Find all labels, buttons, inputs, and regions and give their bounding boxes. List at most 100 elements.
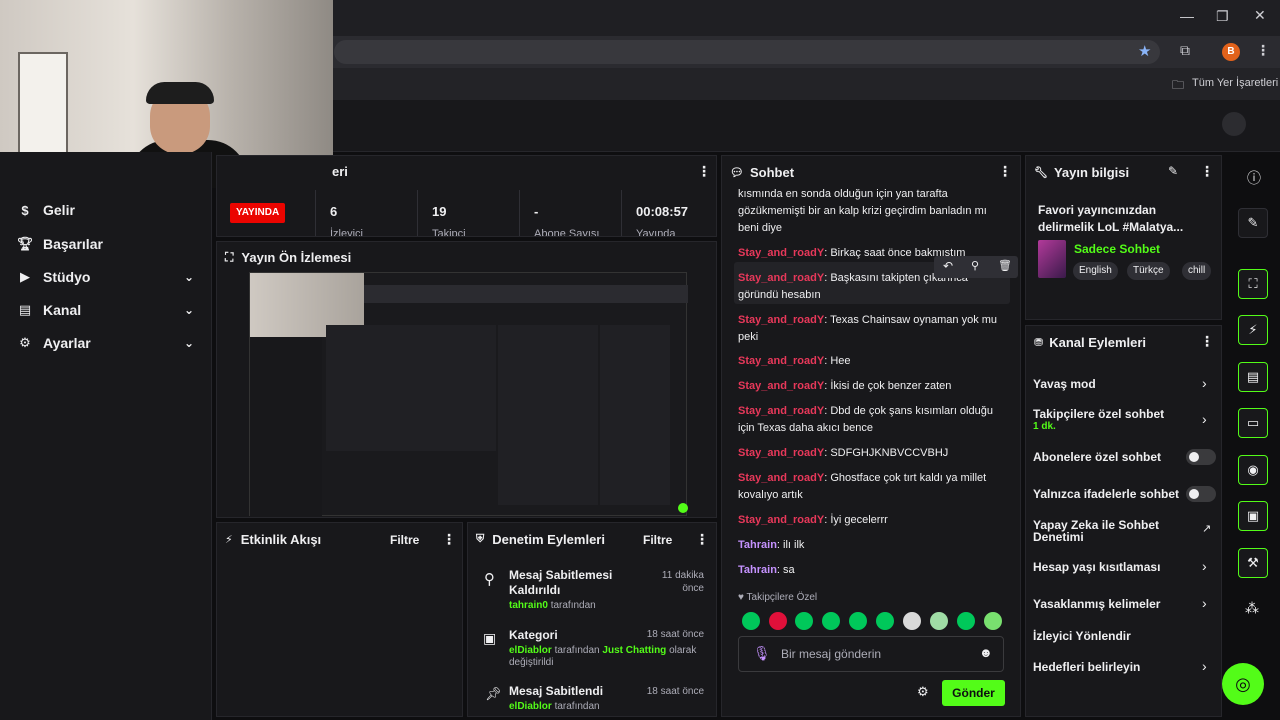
screen-icon[interactable]: ▣ — [1238, 501, 1268, 531]
more-options-icon[interactable]: ⋮ — [695, 531, 709, 548]
channel-icon: ▤ — [18, 302, 32, 317]
reply-icon[interactable]: ↶ — [943, 259, 953, 273]
stream-tag[interactable]: chill — [1182, 262, 1212, 280]
category-thumbnail[interactable] — [1038, 240, 1066, 278]
followers-chat-item[interactable]: Takipçilere özel sohbet — [1033, 407, 1215, 421]
edit-pencil-icon[interactable]: ✎ — [1168, 164, 1178, 178]
star-icon[interactable]: ★ — [1138, 42, 1151, 60]
followers-only-label: ♥ Takipçilere Özel — [738, 592, 818, 603]
chat-message[interactable]: Stay_and_roadY: Ghostface çok tırt kaldı… — [738, 470, 1008, 504]
emote-icon[interactable] — [822, 612, 840, 630]
emote-icon[interactable] — [849, 612, 867, 630]
nav-label: Başarılar — [43, 236, 103, 252]
more-options-icon[interactable]: ⋮ — [697, 163, 711, 180]
chat-message[interactable]: Tahrain: sa — [738, 562, 1008, 579]
bolt-icon[interactable]: ⚡︎ — [1238, 315, 1268, 345]
viewer-redirect-item[interactable]: İzleyici Yönlendir — [1033, 629, 1215, 643]
emote-chat-toggle[interactable] — [1186, 486, 1216, 502]
stream-tag[interactable]: Türkçe — [1127, 262, 1170, 280]
emote-icon[interactable] — [795, 612, 813, 630]
all-bookmarks-link[interactable]: Tüm Yer İşaretleri — [1192, 77, 1278, 89]
chat-message[interactable]: Stay_and_roadY: SDFGHJKNBVCCVBHJ — [738, 445, 1008, 462]
more-options-icon[interactable]: ⋮ — [1200, 333, 1214, 350]
subs-value: - — [534, 204, 539, 219]
stream-tag[interactable]: English — [1073, 262, 1118, 280]
clip-icon[interactable]: ⛶ — [1238, 269, 1268, 299]
bolt-icon: ⚡︎ — [225, 534, 233, 546]
maximize-icon[interactable]: ❐ — [1216, 8, 1229, 25]
mod-item-time: 18 saat önce — [646, 629, 704, 640]
nav-item-gelir[interactable]: $ Gelir — [16, 196, 202, 224]
chat-input[interactable]: 🎙︎ Bir mesaj gönderin ☻ — [738, 636, 1004, 672]
category-name[interactable]: Sadece Sohbet — [1074, 242, 1160, 256]
emote-icon[interactable] — [930, 612, 948, 630]
slow-mode-item[interactable]: Yavaş mod — [1033, 377, 1215, 391]
emoji-icon[interactable]: ☻ — [979, 645, 993, 660]
moderation-filter-button[interactable]: Filtre — [643, 533, 672, 547]
moderation-title: Denetim Eylemleri — [492, 532, 605, 547]
activity-title-wrap: ⚡︎ Etkinlik Akışı — [225, 532, 321, 547]
mod-item-by: elDiablor tarafından — [509, 701, 600, 711]
mic-icon[interactable]: 🎙︎ — [753, 645, 771, 662]
more-options-icon[interactable]: ⋮ — [442, 531, 456, 548]
close-icon[interactable]: ✕ — [1254, 7, 1266, 24]
preview-chat — [498, 325, 598, 505]
mod-item-time: 18 saat önce — [646, 686, 704, 697]
share-icon[interactable]: ⁂ — [1245, 600, 1259, 617]
sub-chat-toggle[interactable] — [1186, 449, 1216, 465]
emote-icon[interactable] — [903, 612, 921, 630]
user-avatar[interactable] — [1222, 112, 1246, 136]
preview-inner-video — [326, 325, 496, 451]
notes-icon[interactable]: ▤ — [1238, 362, 1268, 392]
support-headset-button[interactable]: ◎ — [1222, 663, 1264, 705]
emote-icon[interactable] — [769, 612, 787, 630]
emote-icon[interactable] — [876, 612, 894, 630]
broadcast-icon[interactable]: ◉ — [1238, 455, 1268, 485]
age-restriction-item[interactable]: Hesap yaşı kısıtlaması — [1033, 560, 1215, 574]
chat-message[interactable]: Stay_and_roadY: Hee — [738, 353, 1008, 370]
mod-item-by: tahrain0 tarafından — [509, 600, 596, 611]
left-sidebar: $ Gelir 🏆︎ Başarılar ▶ Stüdyo ⌄ ▤ Kanal ⌄ ⚙ Aya… — [0, 152, 212, 720]
nav-item-basarilar[interactable]: 🏆︎ Başarılar — [16, 230, 202, 258]
stats-row: YAYINDA 6 İzleyici 19 Takipçi - Abone Sa… — [217, 190, 716, 236]
wrench-icon[interactable]: ⚒ — [1238, 548, 1268, 578]
stream-info-panel: 🔧︎ Yayın bilgisi ✎ ⋮ Favori yayıncınızdan… — [1025, 155, 1222, 320]
chat-message[interactable]: Stay_and_roadY: Dbd de çok şans kısımlar… — [738, 403, 1008, 437]
nav-item-ayarlar[interactable]: ⚙ Ayarlar ⌄ — [16, 329, 202, 357]
uptime-stat: 00:08:57 Yayında — [621, 190, 716, 236]
extensions-icon[interactable]: ⧉ — [1180, 42, 1190, 59]
trash-icon[interactable]: 🗑︎ — [998, 259, 1012, 272]
activity-filter-button[interactable]: Filtre — [390, 533, 419, 547]
uptime-value: 00:08:57 — [636, 204, 689, 219]
nav-item-studyo[interactable]: ▶ Stüdyo ⌄ — [16, 263, 202, 291]
more-options-icon[interactable]: ⋮ — [1200, 163, 1214, 180]
info-icon[interactable]: ⓘ — [1247, 168, 1261, 188]
minimize-icon[interactable]: — — [1180, 8, 1194, 24]
preview-icon: ⛶ — [225, 250, 234, 264]
chat-message[interactable]: Tahrain: ilı ilk — [738, 537, 1008, 554]
preview-sidebar — [250, 337, 322, 517]
goals-item[interactable]: Hedefleri belirleyin — [1033, 660, 1215, 674]
more-options-icon[interactable]: ⋮ — [998, 163, 1012, 180]
trophy-icon: 🏆︎ — [16, 236, 34, 251]
address-bar[interactable] — [334, 40, 1160, 64]
chat-message[interactable]: Stay_and_roadY: İyi gecelerrr — [738, 512, 1008, 529]
emote-icon[interactable] — [957, 612, 975, 630]
edit-icon[interactable]: ✎ — [1238, 208, 1268, 238]
chevron-down-icon: ⌄ — [183, 303, 194, 317]
pin-icon[interactable]: ⚲ — [971, 259, 979, 272]
stream-preview-video[interactable] — [249, 272, 688, 517]
chevron-right-icon: › — [1202, 375, 1207, 391]
emote-icon[interactable] — [742, 612, 760, 630]
profile-avatar[interactable]: B — [1222, 43, 1240, 61]
chat-settings-gear-icon[interactable]: ⚙ — [917, 684, 929, 700]
emote-icon[interactable] — [984, 612, 1002, 630]
chat-message[interactable]: Stay_and_roadY: İkisi de çok benzer zate… — [738, 378, 1008, 395]
chat-icon[interactable]: ▭ — [1238, 408, 1268, 438]
channel-actions-title: Kanal Eylemleri — [1049, 335, 1147, 350]
chat-message[interactable]: Stay_and_roadY: Texas Chainsaw oynaman y… — [738, 312, 1008, 346]
send-button[interactable]: Gönder — [942, 680, 1005, 706]
nav-item-kanal[interactable]: ▤ Kanal ⌄ — [16, 296, 202, 324]
banned-words-item[interactable]: Yasaklanmış kelimeler — [1033, 597, 1215, 611]
browser-menu-icon[interactable]: ⋮ — [1256, 42, 1270, 59]
